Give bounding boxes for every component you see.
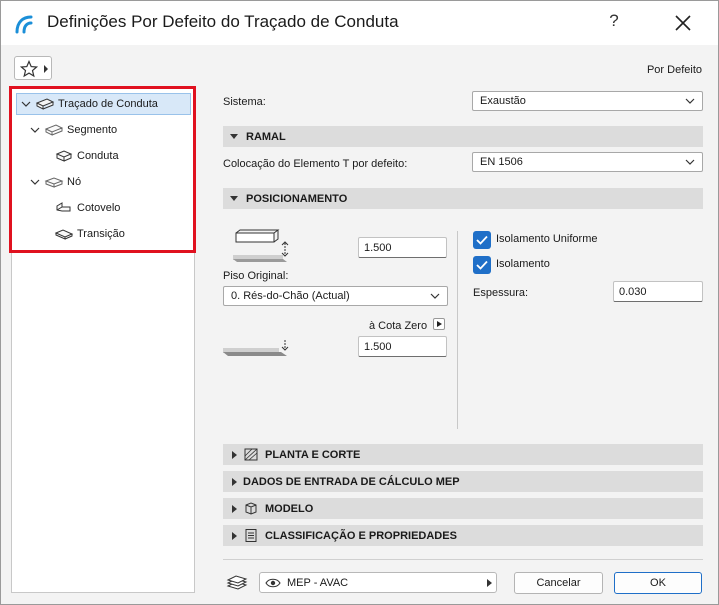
system-select[interactable]: Exaustão (472, 91, 703, 111)
tree-item-label: Conduta (77, 150, 119, 162)
tree-item-label: Cotovelo (77, 202, 121, 214)
layer-select-value: MEP - AVAC (287, 576, 349, 589)
section-mep-calculation-input[interactable]: DADOS DE ENTRADA DE CÁLCULO MEP (223, 471, 703, 492)
section-positioning[interactable]: POSICIONAMENTO (223, 188, 703, 209)
system-select-value: Exaustão (480, 95, 526, 107)
duct-icon (55, 150, 73, 162)
elevation-input[interactable]: 1.500 (358, 336, 447, 357)
tree-item-label: Nó (67, 176, 82, 188)
tree-item-elbow[interactable]: Cotovelo (54, 197, 120, 219)
title-bar: Definições Por Defeito do Traçado de Con… (1, 1, 718, 45)
footer-separator (223, 559, 703, 560)
elevation-icon (223, 340, 289, 356)
checkmark-icon (476, 235, 488, 245)
floor-plan-icon (244, 448, 258, 461)
checkmark-icon (476, 260, 488, 270)
tree-item-transition[interactable]: Transição (54, 223, 125, 245)
close-button[interactable] (667, 9, 699, 37)
section-title: RAMAL (246, 130, 286, 143)
uniform-insulation-label[interactable]: Isolamento Uniforme (496, 233, 598, 245)
home-story-value: 0. Rés-do-Chão (Actual) (231, 290, 350, 302)
tree-item-segment[interactable]: Segmento (30, 119, 117, 141)
expand-triangle-icon (232, 477, 237, 486)
layer-select[interactable]: MEP - AVAC (259, 572, 497, 593)
section-title: CLASSIFICAÇÃO E PROPRIEDADES (265, 529, 457, 542)
system-label: Sistema: (223, 96, 266, 108)
tee-placement-select[interactable]: EN 1506 (472, 152, 703, 172)
duct-routing-icon (35, 98, 55, 110)
eye-icon (265, 578, 281, 587)
dialog-window: Definições Por Defeito do Traçado de Con… (0, 0, 719, 605)
settings-tree-panel: Traçado de Conduta Segmento Conduta Nó C… (11, 87, 195, 593)
chevron-down-icon[interactable] (30, 125, 40, 135)
tree-item-duct[interactable]: Conduta (54, 145, 119, 167)
thickness-label: Espessura: (473, 287, 529, 299)
duct-height-icon (233, 229, 289, 262)
expand-triangle-icon (232, 504, 237, 513)
archicad-logo-icon (15, 15, 33, 34)
tee-placement-label: Colocação do Elemento T por defeito: (223, 158, 408, 170)
tree-item-label: Traçado de Conduta (58, 98, 158, 110)
chevron-down-icon[interactable] (21, 99, 31, 109)
window-title: Definições Por Defeito do Traçado de Con… (47, 12, 399, 31)
insulation-label[interactable]: Isolamento (496, 258, 550, 270)
tee-placement-value: EN 1506 (480, 156, 523, 168)
section-title: MODELO (265, 502, 314, 515)
star-icon (20, 60, 38, 78)
node-icon (44, 177, 64, 188)
cube-icon (245, 502, 257, 515)
close-icon (675, 15, 691, 31)
duct-height-input[interactable]: 1.500 (358, 237, 447, 258)
collapse-triangle-icon (230, 134, 238, 139)
section-title: PLANTA E CORTE (265, 448, 361, 461)
default-settings-label: Por Defeito (646, 64, 702, 76)
expand-triangle-icon (232, 450, 237, 459)
home-story-label: Piso Original: (223, 270, 289, 282)
layer-arrow-icon (487, 579, 492, 587)
tree-item-label: Segmento (67, 124, 118, 136)
section-model[interactable]: MODELO (223, 498, 703, 519)
section-floor-plan-and-section[interactable]: PLANTA E CORTE (223, 444, 703, 465)
ok-button[interactable]: OK (614, 572, 702, 594)
collapse-triangle-icon (230, 196, 238, 201)
layer-icon (226, 575, 248, 590)
uniform-insulation-checkbox[interactable] (473, 231, 491, 249)
tree-item-duct-routing[interactable]: Traçado de Conduta (16, 93, 191, 115)
expand-triangle-icon (232, 531, 237, 540)
transition-icon (54, 229, 74, 240)
cancel-button[interactable]: Cancelar (514, 572, 603, 594)
section-title: DADOS DE ENTRADA DE CÁLCULO MEP (243, 475, 460, 488)
section-ramal[interactable]: RAMAL (223, 126, 703, 147)
positioning-divider (457, 231, 458, 429)
thickness-input[interactable]: 0.030 (613, 281, 703, 302)
reference-level-arrow-button[interactable] (433, 318, 445, 330)
chevron-down-icon (430, 293, 440, 299)
insulation-checkbox[interactable] (473, 256, 491, 274)
section-classification-properties[interactable]: CLASSIFICAÇÃO E PROPRIEDADES (223, 525, 703, 546)
chevron-down-icon (685, 98, 695, 104)
favorites-button[interactable] (14, 56, 52, 80)
tree-item-label: Transição (77, 228, 125, 240)
section-title: POSICIONAMENTO (246, 192, 348, 205)
chevron-down-icon[interactable] (30, 177, 40, 187)
properties-list-icon (245, 529, 257, 542)
chevron-down-icon (685, 159, 695, 165)
reference-level-label: à Cota Zero (369, 320, 428, 332)
segment-icon (44, 124, 64, 136)
favorites-arrow-icon (44, 65, 48, 73)
home-story-select[interactable]: 0. Rés-do-Chão (Actual) (223, 286, 448, 306)
elbow-icon (56, 202, 71, 212)
tree-item-node[interactable]: Nó (30, 171, 81, 193)
help-button[interactable]: ? (601, 11, 627, 35)
